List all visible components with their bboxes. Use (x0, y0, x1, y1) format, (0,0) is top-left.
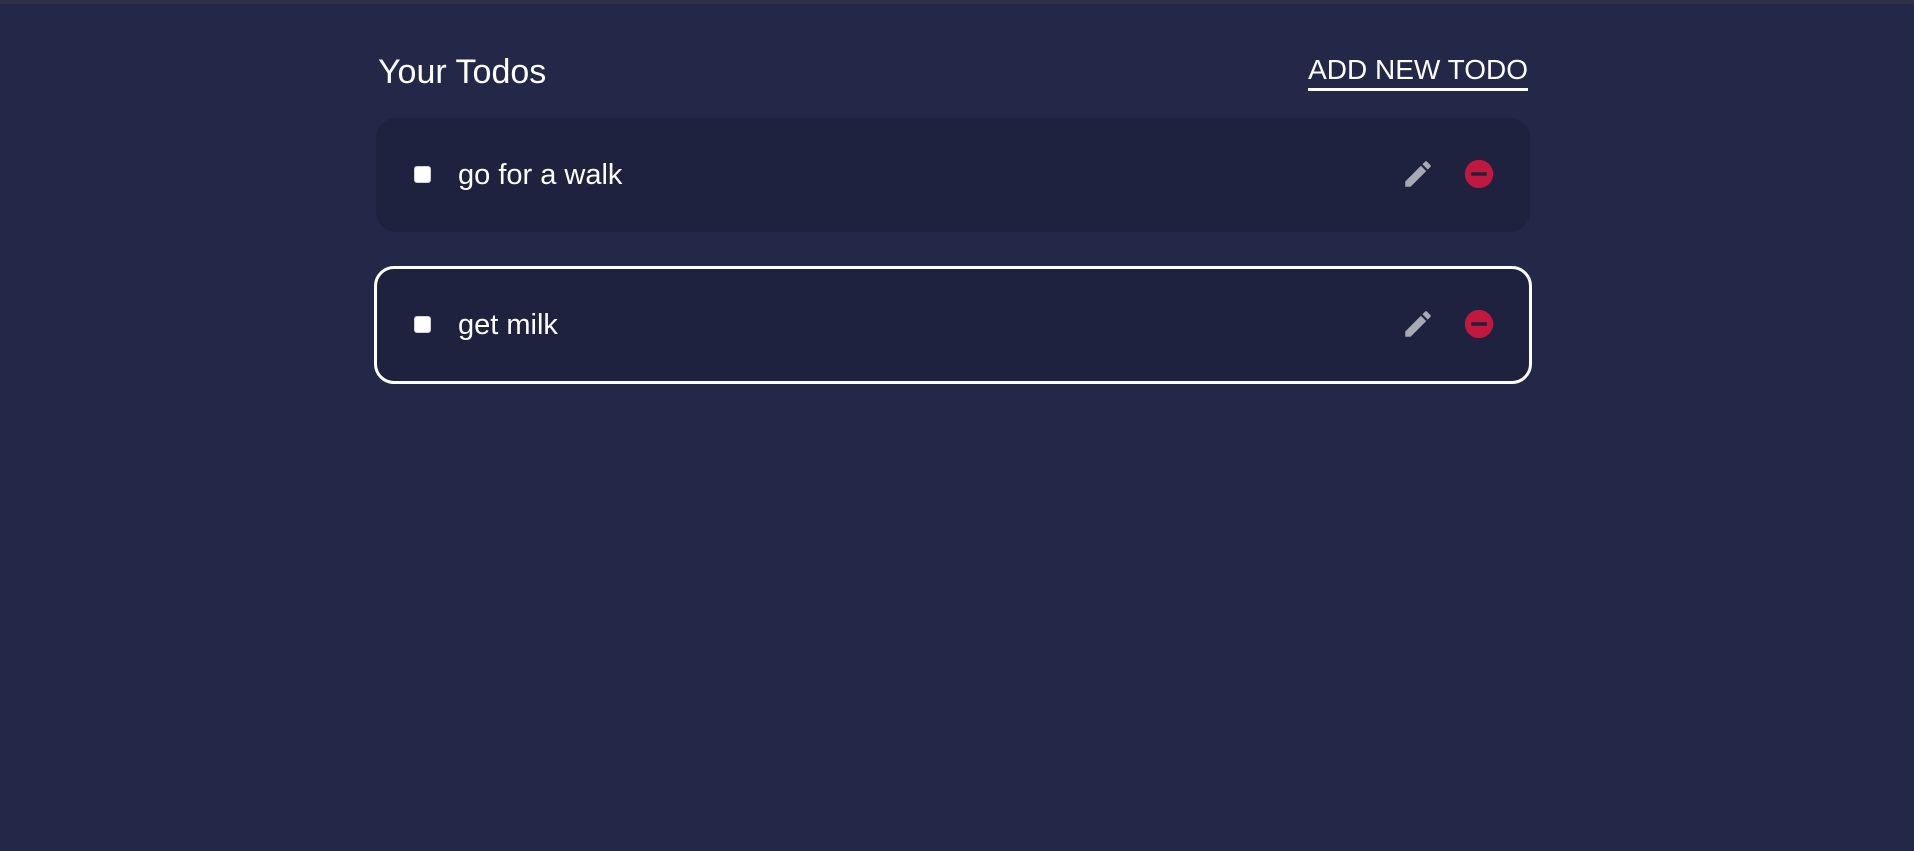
pencil-icon (1405, 311, 1431, 337)
todo-checkbox[interactable] (414, 316, 431, 333)
edit-button[interactable] (1401, 157, 1435, 191)
delete-button[interactable] (1462, 307, 1496, 341)
todo-item: go for a walk (376, 118, 1530, 232)
todo-text: get milk (458, 309, 558, 341)
edit-button[interactable] (1401, 307, 1435, 341)
todo-text: go for a walk (458, 159, 623, 191)
minus-circle-icon (1464, 309, 1494, 339)
todo-checkbox[interactable] (414, 166, 431, 183)
todos-header: Your Todos ADD NEW TODO (378, 52, 1530, 92)
delete-button[interactable] (1462, 157, 1496, 191)
page-title: Your Todos (378, 53, 547, 91)
todo-list: go for a walk get milk (374, 118, 1532, 418)
add-new-todo-button[interactable]: ADD NEW TODO (1308, 52, 1528, 91)
pencil-icon (1405, 161, 1431, 187)
todo-item: get milk (374, 266, 1532, 384)
window-top-border (0, 0, 1914, 4)
minus-circle-icon (1464, 159, 1494, 189)
